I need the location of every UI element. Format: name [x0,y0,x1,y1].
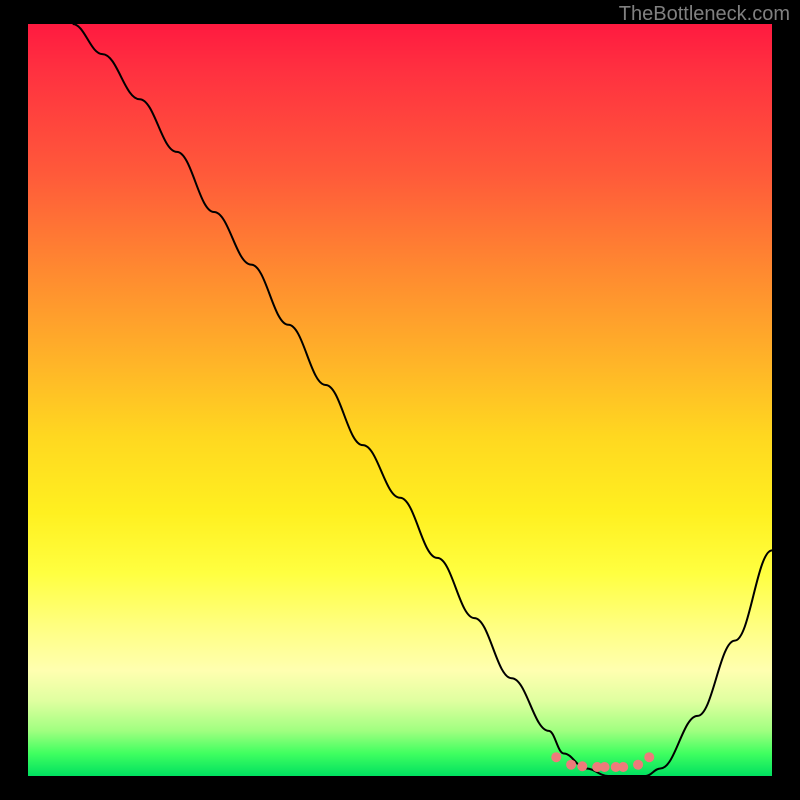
chart-plot-area [28,24,772,776]
optimal-point-marker [633,760,643,770]
optimal-point-marker [577,761,587,771]
bottleneck-curve [28,24,772,776]
optimal-point-marker [618,762,628,772]
optimal-point-marker [644,752,654,762]
optimal-point-marker [551,752,561,762]
optimal-point-marker [566,760,576,770]
watermark-text: TheBottleneck.com [619,3,790,26]
optimal-point-marker [600,762,610,772]
